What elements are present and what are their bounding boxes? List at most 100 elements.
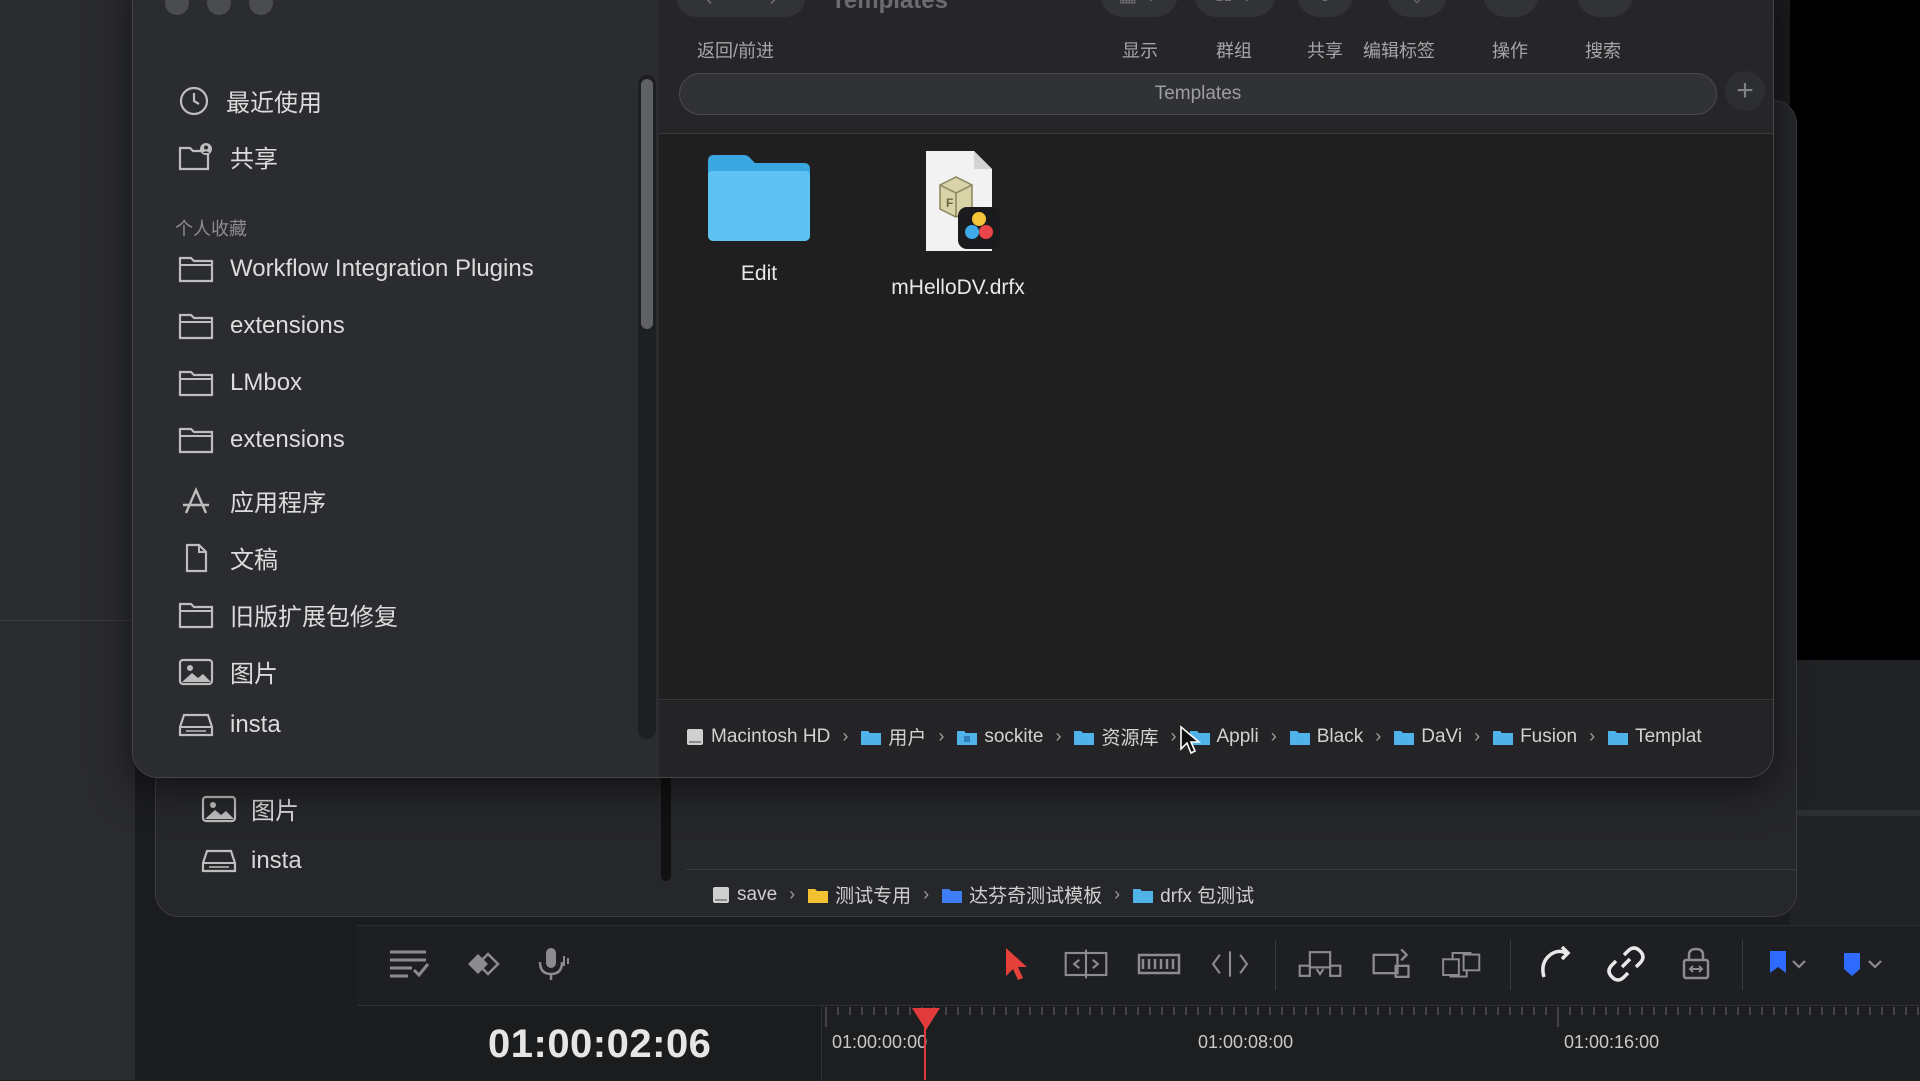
breadcrumb-label: Fusion <box>1520 725 1578 747</box>
action-button[interactable]: ··· <box>1481 0 1541 17</box>
trim-edit-icon[interactable] <box>1064 944 1108 984</box>
overwrite-clip-icon[interactable] <box>1370 944 1414 984</box>
group-label: 群组 <box>1216 41 1252 61</box>
breadcrumb-item[interactable]: Fusion <box>1492 726 1577 748</box>
back-forward-control[interactable]: ‹ › <box>677 0 805 17</box>
user-folder-icon <box>957 730 978 745</box>
voiceover-mic-icon[interactable] <box>530 944 574 984</box>
linked-selection-icon[interactable] <box>1604 944 1648 984</box>
breadcrumb-label: Appli <box>1216 725 1259 747</box>
file-item-edit[interactable]: Edit <box>699 151 819 286</box>
edit-tags-label: 编辑标签 <box>1363 41 1435 61</box>
folder-icon <box>178 313 214 340</box>
breadcrumb-label: 达芬奇测试模板 <box>969 886 1103 907</box>
zoom-button[interactable] <box>249 0 273 15</box>
view-button[interactable]: ▦ ⌄ <box>1099 0 1179 17</box>
breadcrumb-item[interactable]: 资源库 <box>1073 723 1159 750</box>
share-button[interactable]: ⇧ <box>1295 0 1355 17</box>
breadcrumb-label: Black <box>1316 725 1364 747</box>
breadcrumb-item[interactable]: Black <box>1289 726 1363 748</box>
breadcrumb-item[interactable]: sockite <box>956 726 1043 748</box>
breadcrumb-item[interactable]: Macintosh HD <box>685 726 830 748</box>
folder-icon <box>1289 730 1310 745</box>
path-field[interactable]: Templates <box>679 73 1717 115</box>
clock-icon <box>179 86 209 115</box>
breadcrumb-item[interactable]: save <box>711 884 777 906</box>
breadcrumb-separator: › <box>1474 726 1481 746</box>
back-forward-label: 返回/前进 <box>697 41 775 61</box>
close-button[interactable] <box>165 0 189 15</box>
back-arrow-icon[interactable]: ‹ <box>705 0 712 11</box>
breadcrumb-item[interactable]: drfx 包测试 <box>1132 881 1254 908</box>
ruler-label: 01:00:08:00 <box>1198 1032 1294 1052</box>
sidebar-item-legacy-fix[interactable]: 旧版扩展包修复 <box>178 597 398 632</box>
sidebar-item-workflow-integration-plugins[interactable]: Workflow Integration Plugins <box>178 255 534 283</box>
forward-arrow-icon[interactable]: › <box>769 0 776 11</box>
breadcrumb-item[interactable]: 达芬奇测试模板 <box>941 881 1102 908</box>
sidebar-item-label: extensions <box>230 426 345 453</box>
sidebar-item-lmbox[interactable]: LMbox <box>178 369 302 397</box>
sidebar-item-recents[interactable]: 最近使用 <box>178 83 322 118</box>
dynamic-trim-icon[interactable] <box>1137 944 1181 984</box>
sidebar-item-applications[interactable]: 应用程序 <box>178 483 326 518</box>
apps-icon <box>183 486 209 513</box>
timeline-view-options-icon[interactable] <box>388 944 432 984</box>
breadcrumb-item[interactable]: Templat <box>1607 726 1702 748</box>
sidebar-item-label: LMbox <box>230 369 303 396</box>
selection-pointer-icon[interactable] <box>993 944 1037 984</box>
back-sidebar-item-pictures[interactable]: 图片 <box>201 791 299 826</box>
insert-clip-icon[interactable] <box>1298 944 1342 984</box>
folder-icon <box>178 256 214 283</box>
disk-icon <box>713 886 729 903</box>
snapping-icon[interactable] <box>1534 944 1578 984</box>
open-file-dialog: 最近使用 共享 个人收藏 Workflow Integration Plugin… <box>132 0 1774 778</box>
ruler-label: 01:00:00:00 <box>832 1032 928 1052</box>
window-title: Templates <box>831 0 948 14</box>
playhead-handle[interactable] <box>912 1008 940 1030</box>
sidebar-item-extensions-2[interactable]: extensions <box>178 426 345 454</box>
back-sidebar-label: 图片 <box>251 798 299 825</box>
breadcrumb-label: 资源库 <box>1101 728 1159 749</box>
replace-clip-icon[interactable] <box>1440 944 1484 984</box>
breadcrumb-separator: › <box>923 884 930 904</box>
search-button[interactable]: ⌕ <box>1575 0 1635 17</box>
back-sidebar-item-insta[interactable]: insta <box>201 847 302 875</box>
add-icon[interactable]: + <box>1725 71 1765 111</box>
minimize-button[interactable] <box>207 0 231 15</box>
position-lock-icon[interactable] <box>1674 944 1718 984</box>
breadcrumb-separator: › <box>1589 726 1596 746</box>
sidebar: 最近使用 共享 个人收藏 Workflow Integration Plugin… <box>133 0 659 777</box>
sidebar-item-label: 应用程序 <box>230 490 326 517</box>
more-icon: ··· <box>1483 0 1539 17</box>
sidebar-scrollbar-thumb[interactable] <box>641 79 653 329</box>
file-name: mHelloDV.drfx <box>891 276 1025 299</box>
sidebar-item-shared[interactable]: 共享 <box>178 139 278 174</box>
breadcrumb-label: DaVi <box>1421 725 1463 747</box>
sidebar-item-documents[interactable]: 文稿 <box>178 540 278 575</box>
flag-dropdown-chevron-down-icon[interactable] <box>1788 944 1810 984</box>
group-button[interactable]: ☷ ⌄ <box>1193 0 1277 17</box>
toolbar-divider <box>1742 940 1743 990</box>
sidebar-item-label: 图片 <box>230 661 278 688</box>
tag-icon: ◇ <box>1387 0 1447 17</box>
sidebar-item-extensions[interactable]: extensions <box>178 312 345 340</box>
breadcrumb-item[interactable]: 用户 <box>860 723 926 750</box>
window-controls <box>165 0 273 15</box>
sidebar-item-insta[interactable]: insta <box>178 711 281 739</box>
marker-dropdown-chevron-down-icon[interactable] <box>1864 944 1886 984</box>
keyframe-diamond-icon[interactable] <box>460 944 504 984</box>
photo-icon <box>201 795 237 822</box>
breadcrumb-separator: › <box>842 726 849 746</box>
blade-edit-icon[interactable] <box>1208 944 1252 984</box>
breadcrumb-item[interactable]: DaVi <box>1393 726 1462 748</box>
background-divider <box>0 620 135 621</box>
breadcrumb-item[interactable]: 测试专用 <box>807 881 911 908</box>
file-item-drfx[interactable]: F mHelloDV.drfx <box>883 147 1033 300</box>
sidebar-item-pictures[interactable]: 图片 <box>178 654 278 689</box>
drive-icon <box>178 713 214 737</box>
breadcrumb-separator: › <box>938 726 945 746</box>
folder-blue-icon <box>942 888 963 903</box>
viewer-background <box>1790 0 1920 660</box>
ruler-label: 01:00:16:00 <box>1564 1032 1660 1052</box>
edit-tags-button[interactable]: ◇ <box>1385 0 1449 17</box>
